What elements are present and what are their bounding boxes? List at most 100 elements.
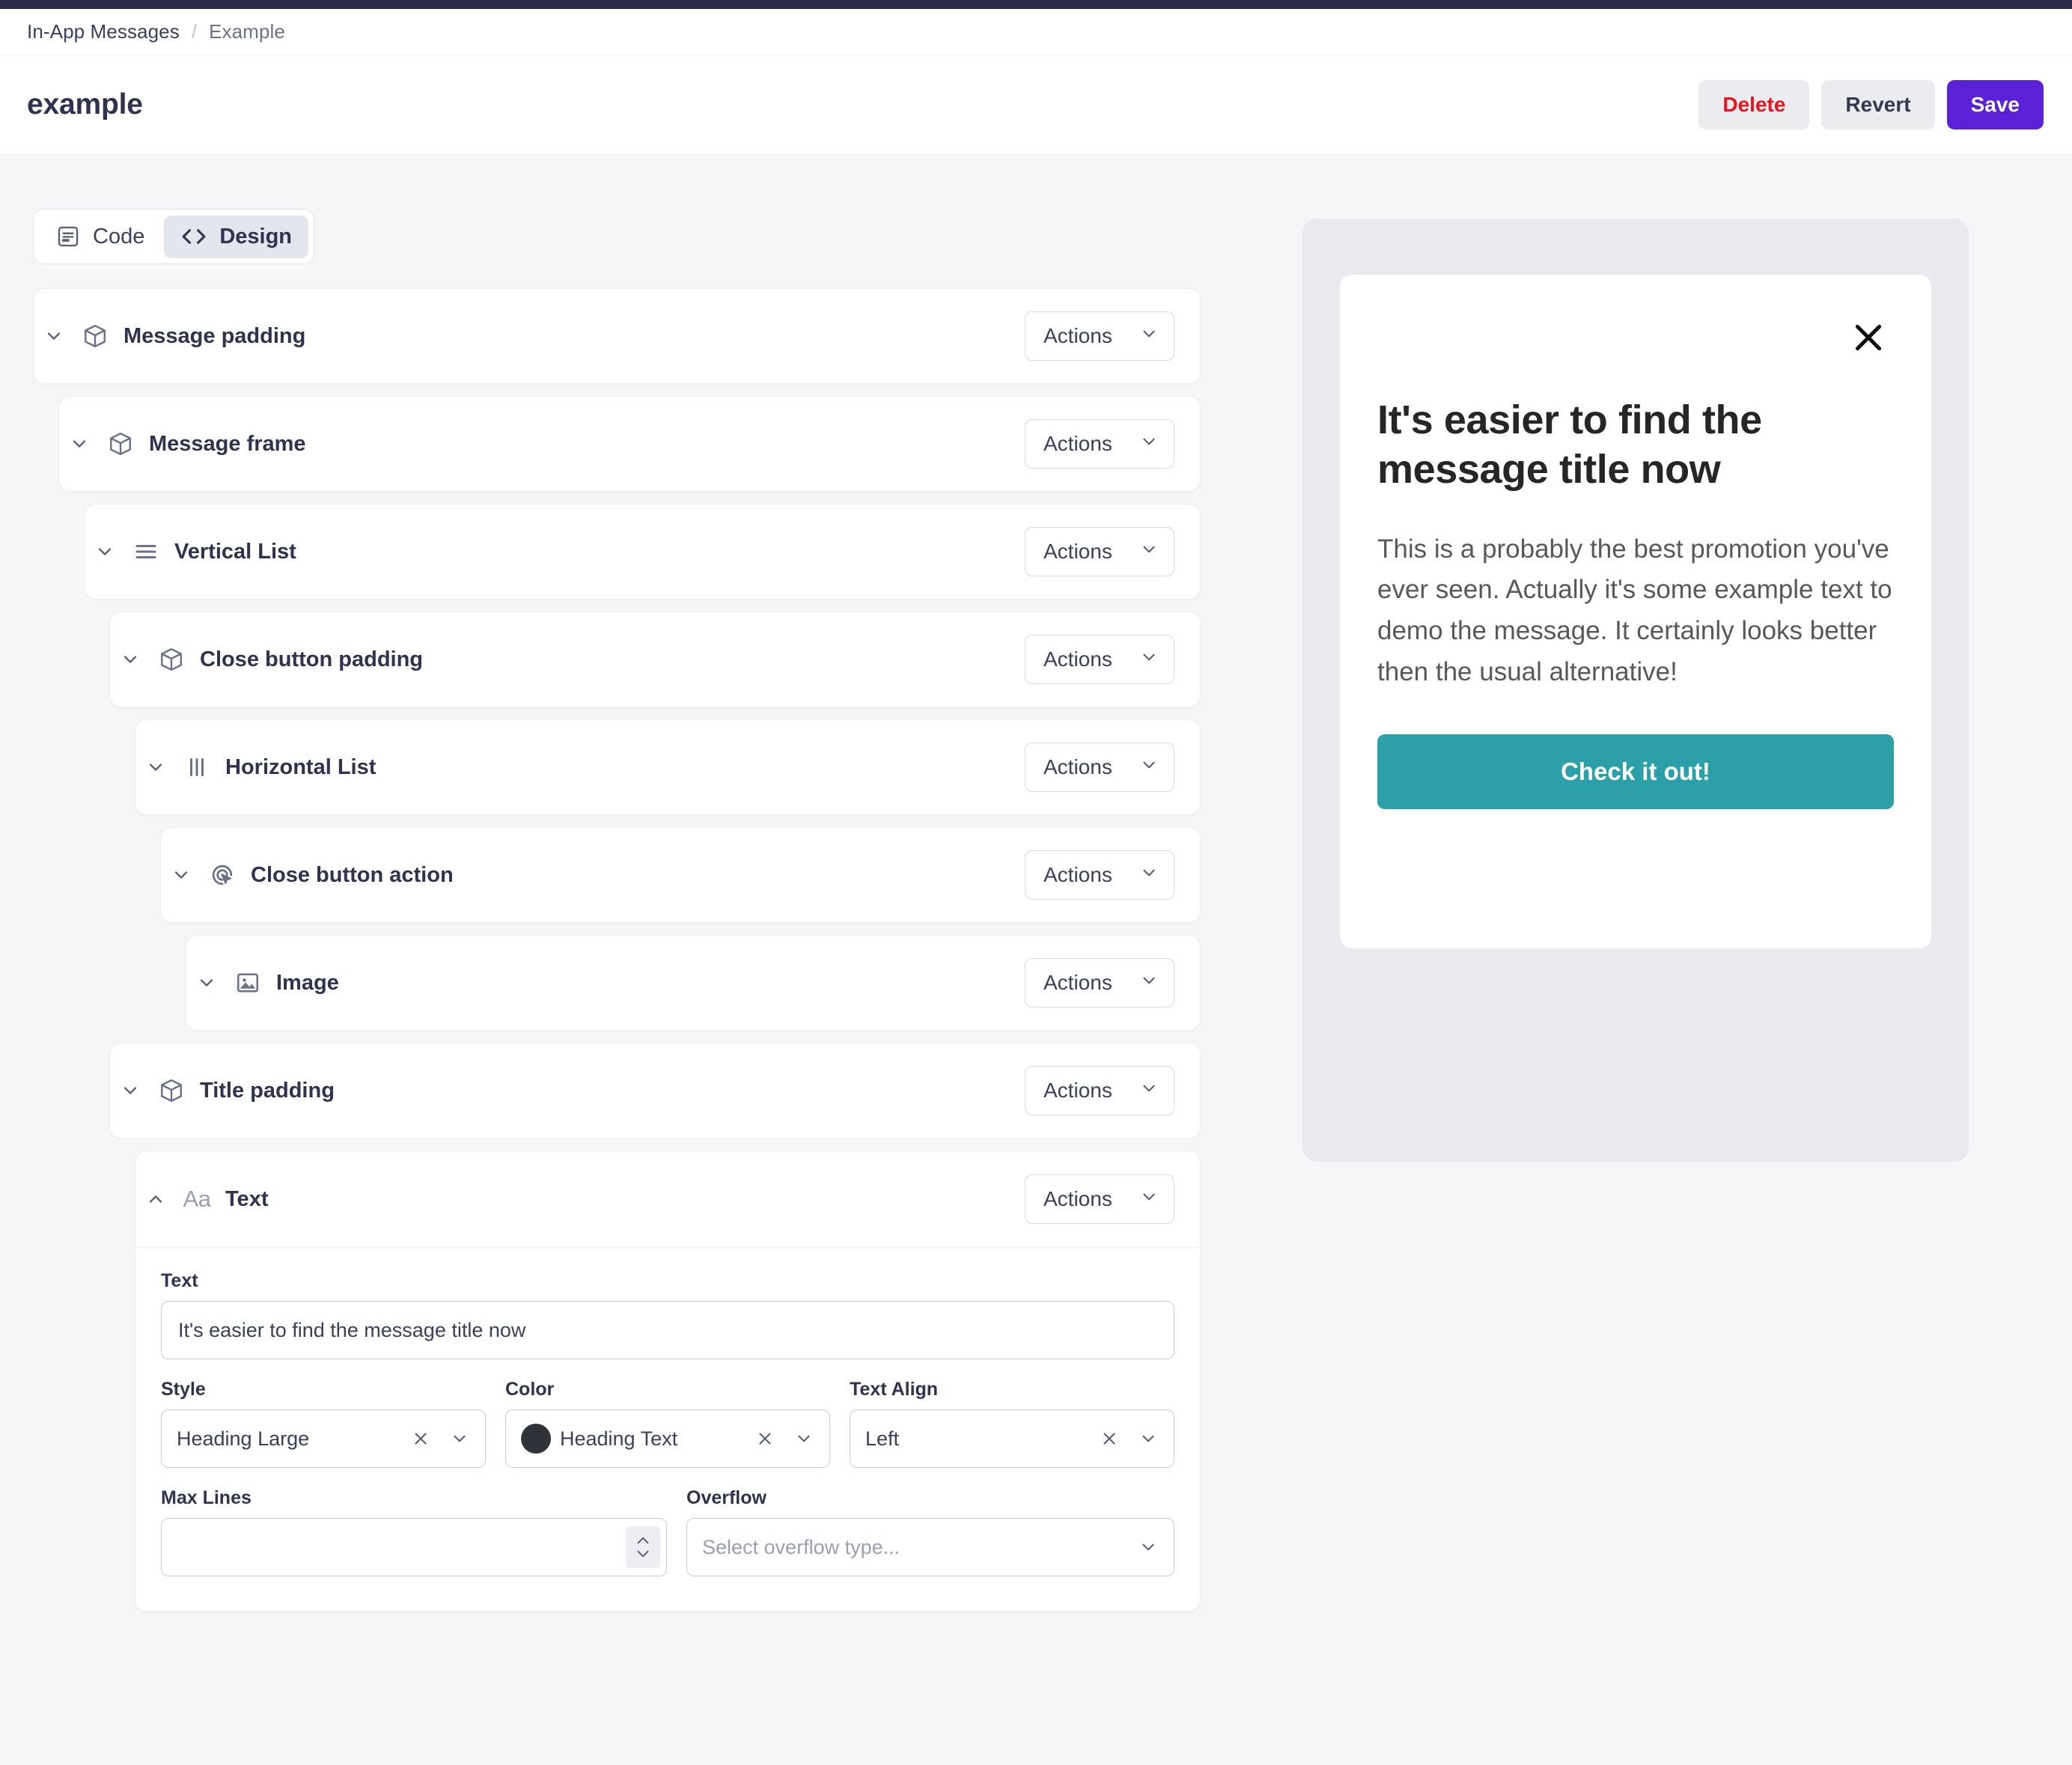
- clear-icon[interactable]: [1094, 1429, 1124, 1448]
- tree-node-label: Horizontal List: [225, 755, 377, 779]
- close-icon[interactable]: [1847, 317, 1889, 359]
- tree-node-close-button-action: Close button action Actions: [160, 827, 1201, 923]
- breadcrumb-current[interactable]: Example: [209, 20, 285, 43]
- clear-icon[interactable]: [406, 1429, 436, 1448]
- field-text-align-label: Text Align: [850, 1379, 939, 1400]
- tree-row-left: Horizontal List: [135, 754, 1025, 781]
- color-swatch: [521, 1424, 551, 1454]
- component-tree: Message padding Actions Message frame Ac…: [33, 288, 1201, 1624]
- field-color: Color Heading Text: [505, 1379, 830, 1468]
- field-overflow: Overflow Select overflow type...: [686, 1487, 1174, 1576]
- chevron-down-icon[interactable]: [1133, 1537, 1163, 1557]
- chevron-down-icon[interactable]: [789, 1429, 819, 1448]
- style-select[interactable]: Heading Large: [161, 1409, 486, 1468]
- actions-dropdown[interactable]: Actions: [1025, 419, 1174, 469]
- page-title: example: [27, 88, 143, 121]
- tree-row-left: Message frame: [59, 430, 1025, 457]
- tree-node-label: Message padding: [124, 323, 306, 348]
- chevron-down-icon: [1139, 1079, 1159, 1103]
- tree-row-left: Image: [186, 969, 1025, 996]
- tree-node-title-padding: Title padding Actions: [109, 1043, 1201, 1138]
- breadcrumb-parent-link[interactable]: In-App Messages: [27, 20, 180, 43]
- vertical-list-icon: [125, 538, 167, 565]
- maxlines-overflow-row: Max Lines Overflow Select overflow type.…: [161, 1487, 1174, 1576]
- chevron-down-icon: [1139, 432, 1159, 457]
- actions-label: Actions: [1043, 1187, 1112, 1210]
- chevron-down-icon[interactable]: [445, 1429, 475, 1448]
- tree-row[interactable]: Message padding Actions: [33, 288, 1201, 384]
- overflow-select-value: Select overflow type...: [702, 1535, 901, 1558]
- revert-button[interactable]: Revert: [1821, 80, 1935, 129]
- tree-node-label: Title padding: [200, 1078, 335, 1103]
- breadcrumb: In-App Messages / Example: [0, 9, 2072, 55]
- overflow-select[interactable]: Select overflow type...: [686, 1518, 1174, 1576]
- actions-label: Actions: [1043, 863, 1112, 886]
- max-lines-wrap: [161, 1518, 667, 1576]
- text-properties-panel: Aa Text Actions Text It's easier to find…: [135, 1150, 1201, 1612]
- document-icon: [55, 224, 81, 249]
- tree-row[interactable]: Horizontal List Actions: [135, 719, 1201, 815]
- main-content: Code Design Message padding Actions Mess…: [0, 155, 2072, 1765]
- actions-label: Actions: [1043, 755, 1112, 778]
- chevron-down-icon[interactable]: [161, 865, 201, 885]
- chevron-down-icon: [1139, 1187, 1159, 1212]
- cube-icon: [100, 430, 141, 457]
- tree-node-close-button-padding: Close button padding Actions: [109, 612, 1201, 707]
- actions-label: Actions: [1043, 647, 1112, 671]
- tree-row[interactable]: Close button padding Actions: [109, 612, 1201, 707]
- tree-row[interactable]: Message frame Actions: [58, 396, 1201, 492]
- color-select[interactable]: Heading Text: [505, 1409, 830, 1468]
- chevron-down-icon: [1139, 755, 1159, 780]
- tree-row-left: Title padding: [110, 1077, 1025, 1104]
- tab-design-label: Design: [219, 224, 293, 249]
- chevron-down-icon[interactable]: [186, 972, 227, 993]
- preview-cta-button[interactable]: Check it out!: [1377, 734, 1894, 810]
- tree-node-text: Aa Text Actions Text It's easier to find…: [135, 1150, 1201, 1612]
- tree-node-vertical-list: Vertical List Actions: [84, 504, 1201, 600]
- save-button[interactable]: Save: [1946, 80, 2044, 129]
- tree-row[interactable]: Vertical List Actions: [84, 504, 1201, 600]
- code-brackets-icon: [180, 225, 207, 248]
- text-align-select[interactable]: Left: [850, 1409, 1174, 1468]
- tree-row[interactable]: Image Actions: [186, 935, 1201, 1031]
- style-color-align-row: Style Heading Large Color Heading Text T…: [161, 1379, 1174, 1487]
- actions-label: Actions: [1043, 1079, 1112, 1102]
- tree-node-horizontal-list: Horizontal List Actions: [135, 719, 1201, 815]
- chevron-down-icon[interactable]: [85, 541, 125, 562]
- page-header: example Delete Revert Save: [0, 55, 2072, 155]
- clear-icon[interactable]: [750, 1429, 780, 1448]
- tree-node-image: Image Actions: [186, 935, 1201, 1031]
- chevron-down-icon: [1139, 647, 1159, 672]
- actions-dropdown[interactable]: Actions: [1025, 635, 1174, 684]
- chevron-down-icon[interactable]: [110, 649, 150, 670]
- actions-dropdown[interactable]: Actions: [1025, 958, 1174, 1008]
- chevron-down-icon[interactable]: [135, 757, 176, 778]
- chevron-down-icon[interactable]: [34, 326, 74, 347]
- max-lines-input[interactable]: [162, 1519, 626, 1576]
- actions-dropdown[interactable]: Actions: [1025, 527, 1174, 576]
- chevron-down-icon: [1139, 863, 1159, 888]
- chevron-down-icon[interactable]: [110, 1080, 150, 1101]
- breadcrumb-separator: /: [191, 20, 198, 43]
- chevron-down-icon[interactable]: [1133, 1429, 1163, 1448]
- actions-dropdown[interactable]: Actions: [1025, 1066, 1174, 1115]
- header-actions: Delete Revert Save: [1698, 80, 2044, 129]
- quantity-stepper[interactable]: [626, 1526, 660, 1568]
- delete-button[interactable]: Delete: [1698, 80, 1810, 129]
- tree-row-left: Close button padding: [110, 646, 1025, 673]
- chevron-down-icon[interactable]: [59, 433, 100, 454]
- actions-dropdown[interactable]: Actions: [1025, 1174, 1174, 1224]
- actions-dropdown[interactable]: Actions: [1025, 743, 1174, 792]
- actions-dropdown[interactable]: Actions: [1025, 311, 1174, 361]
- tab-code[interactable]: Code: [39, 215, 161, 258]
- tree-row[interactable]: Close button action Actions: [160, 827, 1201, 923]
- tree-row[interactable]: Aa Text Actions: [135, 1151, 1200, 1247]
- tab-design[interactable]: Design: [164, 215, 309, 258]
- field-max-lines-label: Max Lines: [161, 1487, 252, 1508]
- tree-row-left: Vertical List: [85, 538, 1025, 565]
- tree-row[interactable]: Title padding Actions: [109, 1043, 1201, 1138]
- text-input[interactable]: [161, 1301, 1174, 1359]
- message-preview-panel: It's easier to find the message title no…: [1302, 219, 1969, 1162]
- chevron-up-icon[interactable]: [135, 1189, 176, 1210]
- actions-dropdown[interactable]: Actions: [1025, 850, 1174, 900]
